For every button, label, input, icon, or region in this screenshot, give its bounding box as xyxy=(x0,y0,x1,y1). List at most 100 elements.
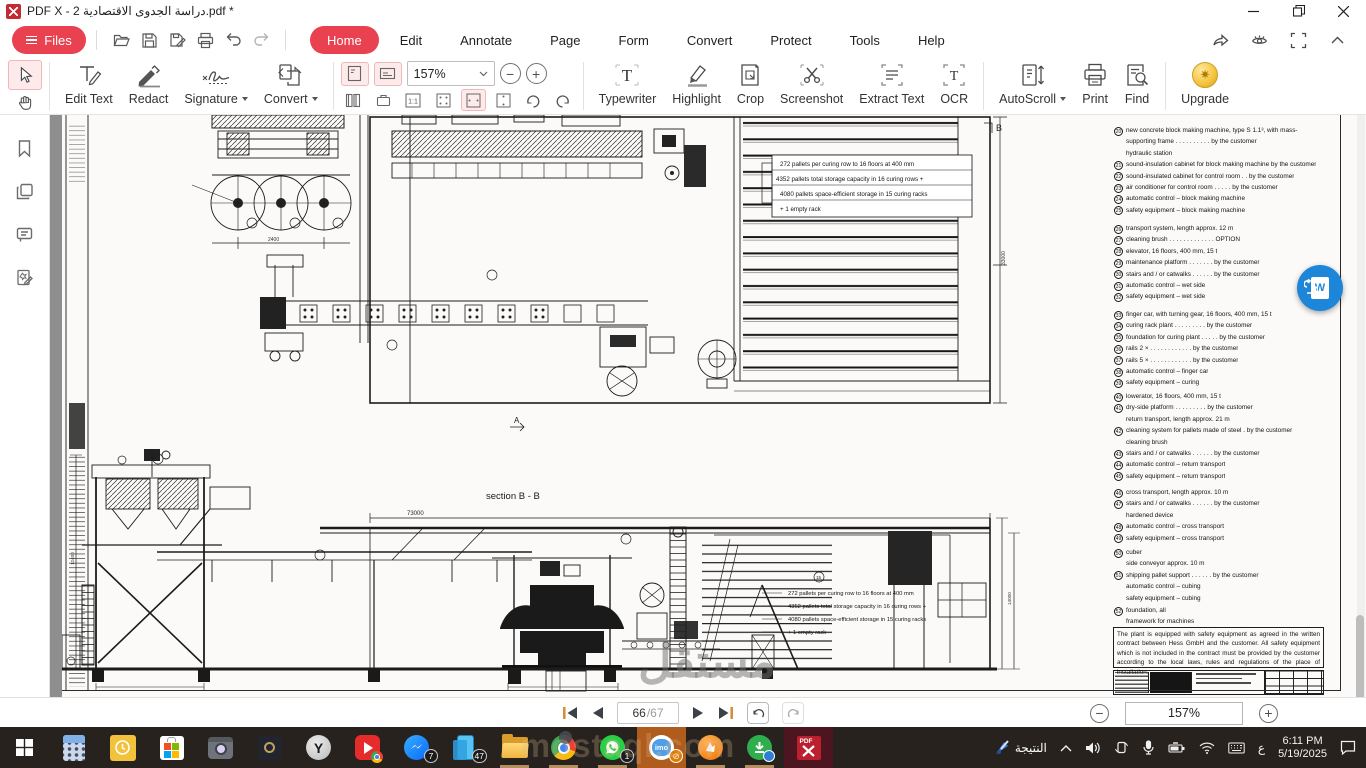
rotate-ccw-button[interactable] xyxy=(551,89,576,111)
next-page-button[interactable] xyxy=(692,706,705,720)
spec-group-6: 50 cuber side conveyor approx. 10 m 51 shipp… xyxy=(1114,547,1326,604)
files-button[interactable]: Files xyxy=(12,26,86,54)
taskbar-your-phone-icon[interactable]: 47 xyxy=(441,727,490,768)
highlight-button[interactable]: Highlight xyxy=(664,58,729,112)
close-button[interactable] xyxy=(1321,0,1366,22)
fit-visible-button[interactable] xyxy=(431,89,456,111)
edit-text-button[interactable]: Edit Text xyxy=(57,58,121,112)
taskbar-messenger-icon[interactable]: 7 xyxy=(392,727,441,768)
status-zoom-in-button[interactable]: + xyxy=(1259,703,1278,723)
taskbar-youtube-icon[interactable] xyxy=(343,727,392,768)
tab-convert[interactable]: Convert xyxy=(670,26,750,54)
convert-to-word-floating-button[interactable]: W xyxy=(1297,265,1343,311)
actual-size-button[interactable]: 1:1 xyxy=(401,89,426,111)
upgrade-button[interactable]: ✷ Upgrade xyxy=(1173,58,1237,112)
vertical-scrollbar[interactable] xyxy=(1356,115,1365,710)
spec-group-5: 46 cross transport, length approx. 10 m 47… xyxy=(1114,487,1326,544)
next-view-button[interactable] xyxy=(782,702,804,724)
comments-panel-button[interactable] xyxy=(15,225,34,244)
tab-help[interactable]: Help xyxy=(901,26,962,54)
undo-button[interactable] xyxy=(219,27,247,53)
snapshot-box-button[interactable] xyxy=(371,89,396,111)
zoom-level-combobox[interactable]: 157% xyxy=(406,61,495,86)
collapse-ribbon-button[interactable] xyxy=(1329,32,1346,49)
taskbar-dark-app-icon[interactable] xyxy=(245,727,294,768)
tray-volume-icon[interactable] xyxy=(1085,741,1101,755)
select-tool-button[interactable] xyxy=(8,60,42,90)
taskbar-y-app-icon[interactable]: Y xyxy=(294,727,343,768)
tray-language-indicator[interactable]: ع xyxy=(1258,741,1265,755)
page-number-input[interactable]: 66/67 xyxy=(617,702,679,724)
ocr-button[interactable]: T OCR xyxy=(932,58,976,112)
signature-button[interactable]: Signature xyxy=(176,58,256,112)
taskbar-pdfx-icon[interactable]: PDF xyxy=(784,727,833,768)
tray-app-alnatija[interactable]: النتيجة xyxy=(995,740,1047,755)
tray-keyboard-icon[interactable] xyxy=(1228,742,1245,754)
previous-view-button[interactable] xyxy=(747,702,769,724)
autoscroll-button[interactable]: AutoScroll xyxy=(991,58,1074,112)
tray-chevron-icon[interactable] xyxy=(1060,744,1072,752)
tab-home[interactable]: Home xyxy=(310,26,379,54)
taskbar-alarms-icon[interactable] xyxy=(98,727,147,768)
taskbar-camera-icon[interactable] xyxy=(196,727,245,768)
tray-rotation-lock-icon[interactable] xyxy=(1114,740,1129,755)
redact-button[interactable]: Redact xyxy=(121,58,177,112)
first-page-button[interactable] xyxy=(562,706,578,720)
tray-battery-icon[interactable] xyxy=(1168,741,1186,754)
scrollbar-thumb[interactable] xyxy=(1356,615,1364,710)
taskbar-avast-icon[interactable] xyxy=(686,727,735,768)
extract-text-button[interactable]: Extract Text xyxy=(851,58,932,112)
save-as-button[interactable] xyxy=(163,27,191,53)
rotate-cw-button[interactable] xyxy=(521,89,546,111)
minimize-button[interactable] xyxy=(1231,0,1276,22)
fit-width-button[interactable] xyxy=(460,89,486,111)
taskbar-file-explorer-icon[interactable] xyxy=(490,727,539,768)
taskbar-chrome-icon[interactable] xyxy=(539,727,588,768)
typewriter-button[interactable]: T Typewriter xyxy=(591,58,665,112)
taskbar-whatsapp-icon[interactable]: 1 xyxy=(588,727,637,768)
hand-tool-button[interactable] xyxy=(8,91,42,113)
start-button[interactable] xyxy=(0,727,49,768)
status-zoom-out-button[interactable]: − xyxy=(1090,703,1109,723)
tab-form[interactable]: Form xyxy=(602,26,666,54)
crop-button[interactable]: Crop xyxy=(729,58,772,112)
redo-button[interactable] xyxy=(247,27,275,53)
tray-wifi-icon[interactable] xyxy=(1199,742,1215,754)
print-button[interactable]: Print xyxy=(1074,58,1116,112)
bookmarks-panel-button[interactable] xyxy=(15,139,34,158)
view-mode-eye-button[interactable] xyxy=(1251,32,1268,49)
action-center-icon[interactable] xyxy=(1340,740,1356,755)
tab-protect[interactable]: Protect xyxy=(753,26,828,54)
tab-page[interactable]: Page xyxy=(533,26,597,54)
find-button[interactable]: Find xyxy=(1116,58,1158,112)
zoom-in-button[interactable]: + xyxy=(525,63,547,84)
tab-annotate[interactable]: Annotate xyxy=(443,26,529,54)
save-button[interactable] xyxy=(135,27,163,53)
taskbar-idm-icon[interactable] xyxy=(735,727,784,768)
open-file-button[interactable] xyxy=(107,27,135,53)
tray-microphone-icon[interactable] xyxy=(1142,740,1155,755)
restore-button[interactable] xyxy=(1276,0,1321,22)
status-zoom-level[interactable]: 157% xyxy=(1125,701,1243,725)
convert-button[interactable]: Convert xyxy=(256,58,326,112)
stamps-panel-button[interactable] xyxy=(15,268,34,287)
zoom-out-button[interactable]: − xyxy=(499,63,521,84)
taskbar-imo-icon[interactable]: imo ⊘ xyxy=(637,727,686,768)
tray-clock[interactable]: 6:11 PM 5/19/2025 xyxy=(1278,735,1327,761)
previous-page-button[interactable] xyxy=(591,706,604,720)
fit-width-toggle[interactable] xyxy=(373,61,402,86)
screenshot-button[interactable]: Screenshot xyxy=(772,58,851,112)
last-page-button[interactable] xyxy=(718,706,734,720)
tab-tools[interactable]: Tools xyxy=(833,26,897,54)
taskbar-store-icon[interactable] xyxy=(147,727,196,768)
quick-print-button[interactable] xyxy=(191,27,219,53)
spec-line: 33 finger car, with turning gear, 16 floo… xyxy=(1114,310,1272,320)
tab-edit[interactable]: Edit xyxy=(383,26,439,54)
fullscreen-button[interactable] xyxy=(1290,32,1307,49)
thumbnails-panel-button[interactable] xyxy=(15,182,34,201)
taskbar-calculator-icon[interactable] xyxy=(49,727,98,768)
share-button[interactable] xyxy=(1212,32,1229,49)
facing-pages-button[interactable] xyxy=(341,89,366,111)
fit-page-toggle[interactable] xyxy=(340,61,369,86)
fit-height-button[interactable] xyxy=(491,89,516,111)
